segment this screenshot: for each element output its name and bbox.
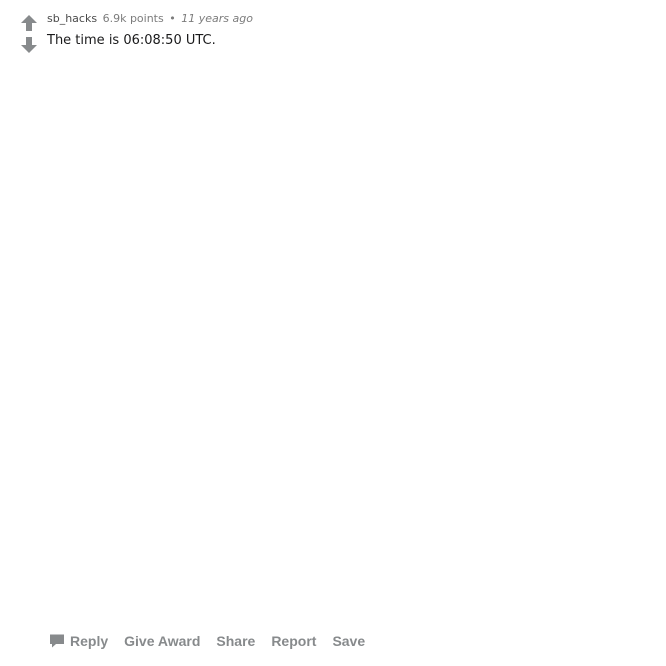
- arrow-down-icon: [21, 37, 37, 53]
- report-button[interactable]: Report: [271, 631, 316, 651]
- share-button[interactable]: Share: [216, 631, 255, 651]
- give-award-button[interactable]: Give Award: [124, 631, 200, 651]
- reply-label: Reply: [70, 633, 109, 649]
- comment-timestamp[interactable]: 11 years ago: [181, 12, 253, 25]
- downvote-button[interactable]: [18, 34, 40, 56]
- comment-author[interactable]: sb_hacks: [47, 12, 97, 25]
- share-label: Share: [216, 633, 256, 649]
- save-button[interactable]: Save: [332, 631, 365, 651]
- save-label: Save: [332, 633, 366, 649]
- comment: sb_hacks 6.9k points • 11 years ago The …: [47, 11, 656, 49]
- comment-actions: Reply Give Award Share Report Save: [49, 631, 381, 651]
- upvote-button[interactable]: [18, 12, 40, 34]
- comment-body: The time is 06:08:50 UTC.: [47, 33, 216, 48]
- comment-points: 6.9k points: [102, 12, 164, 25]
- give-award-label: Give Award: [124, 633, 201, 649]
- comment-meta: sb_hacks 6.9k points • 11 years ago: [47, 11, 656, 27]
- arrow-up-icon: [21, 15, 37, 31]
- comment-bubble-icon: [50, 634, 64, 648]
- vote-column: [18, 12, 40, 56]
- meta-separator: •: [169, 12, 176, 25]
- report-label: Report: [271, 633, 317, 649]
- reply-button[interactable]: Reply: [49, 631, 108, 651]
